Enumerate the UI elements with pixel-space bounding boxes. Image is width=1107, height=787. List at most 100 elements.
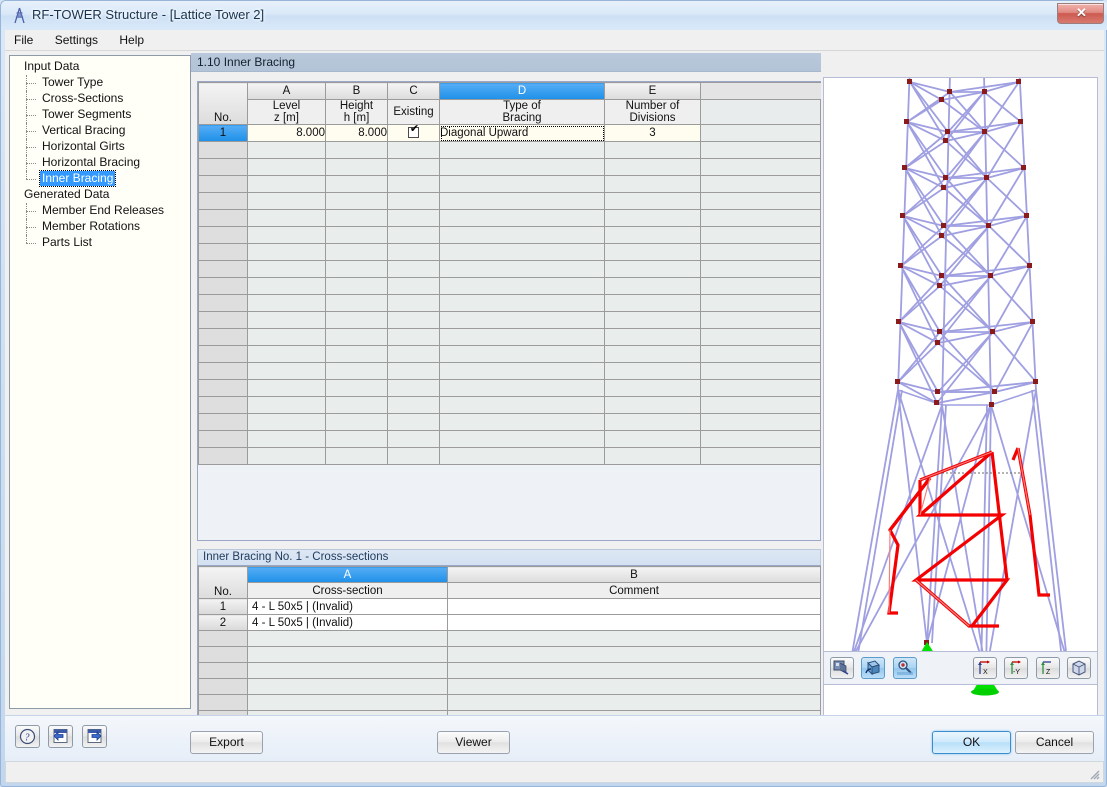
sidebar-item-inner-bracing[interactable]: Inner Bracing	[16, 170, 190, 187]
table-row-empty[interactable]	[198, 141, 821, 159]
sidebar-item-vertical-bracing[interactable]: Vertical Bracing	[16, 123, 190, 139]
table-row-empty[interactable]	[198, 328, 821, 346]
table-row-empty[interactable]	[198, 260, 821, 278]
grid-header-height-line1: Height	[339, 100, 374, 113]
export-button[interactable]: Export	[190, 731, 263, 754]
render-mode-icon[interactable]	[830, 657, 854, 679]
subgrid-column-b[interactable]: B	[447, 566, 821, 583]
table-row-empty[interactable]	[198, 362, 821, 380]
grid-header-number-of-divisions: Number of Divisions	[604, 99, 701, 125]
sidebar-item-member-end-releases[interactable]: Member End Releases	[16, 203, 190, 219]
row-number[interactable]: 1	[198, 124, 248, 142]
cell-type-of-bracing[interactable]: Diagonal Upward	[439, 124, 605, 142]
zoom-view-icon[interactable]	[892, 657, 917, 679]
grid-column-c[interactable]: C	[387, 82, 440, 100]
sidebar-item-cross-sections[interactable]: Cross-Sections	[16, 91, 190, 107]
table-row-empty[interactable]	[198, 192, 821, 210]
close-icon[interactable]: ✕	[1057, 3, 1104, 24]
view-minus-y-icon[interactable]: -Y	[1004, 657, 1029, 679]
menu-help[interactable]: Help	[110, 30, 153, 49]
table-row-empty[interactable]	[198, 447, 821, 465]
table-row-empty[interactable]	[198, 226, 821, 244]
model-viewer: X -Y Z	[823, 53, 1098, 723]
table-row-empty[interactable]	[198, 430, 821, 448]
cell-cross-section[interactable]: 4 - L 50x5 | (Invalid)	[247, 598, 448, 615]
application-window: RF-TOWER Structure - [Lattice Tower 2] ✕…	[0, 0, 1107, 787]
close-glyph: ✕	[1076, 5, 1087, 20]
table-row-empty[interactable]	[198, 646, 821, 663]
tree-group-generated-data[interactable]: Generated Data	[16, 187, 190, 203]
inner-bracing-grid[interactable]: No. A B C D E Level z [m] Height h [m] E…	[197, 81, 821, 541]
viewer-toolbar: X -Y Z	[823, 651, 1098, 685]
cell-level-z[interactable]: 8.000	[247, 124, 326, 142]
table-row-empty[interactable]	[198, 158, 821, 176]
viewer-button[interactable]: Viewer	[437, 731, 510, 754]
tree-group-input-data[interactable]: Input Data	[16, 59, 190, 75]
grid-column-d[interactable]: D	[439, 82, 605, 100]
cross-sections-grid[interactable]: No. A B Cross-section Comment 1 4 - L 50…	[197, 565, 821, 727]
table-row-empty[interactable]	[198, 396, 821, 414]
menu-file[interactable]: File	[5, 30, 42, 49]
sidebar-item-member-rotations[interactable]: Member Rotations	[16, 219, 190, 235]
table-row[interactable]: 1 8.000 8.000 Diagonal Upward 3	[198, 124, 821, 142]
back-arrow-icon[interactable]	[48, 725, 74, 748]
grid-header-height-line2: h [m]	[343, 112, 370, 124]
sidebar-item-label: Vertical Bracing	[42, 123, 126, 137]
sidebar-item-tower-segments[interactable]: Tower Segments	[16, 107, 190, 123]
resize-grip-icon[interactable]	[1087, 767, 1100, 780]
table-row-empty[interactable]	[198, 678, 821, 695]
tree-group-label: Input Data	[24, 59, 80, 73]
menu-settings[interactable]: Settings	[46, 30, 107, 49]
sidebar-item-label: Member Rotations	[42, 219, 141, 233]
cell-comment[interactable]	[447, 598, 821, 615]
subgrid-header-comment: Comment	[447, 582, 821, 599]
view-isometric-icon[interactable]	[1067, 657, 1091, 679]
question-mark-icon[interactable]: ?	[15, 725, 40, 748]
cell-existing[interactable]	[387, 124, 440, 142]
page-title: 1.10 Inner Bracing	[197, 55, 296, 69]
grid-header-existing: Existing	[387, 99, 440, 125]
navigation-tree[interactable]: Input Data Tower Type Cross-Sections Tow…	[9, 55, 191, 709]
sidebar-item-label: Horizontal Girts	[42, 139, 125, 153]
table-row-empty[interactable]	[198, 662, 821, 679]
ok-button[interactable]: OK	[932, 731, 1011, 754]
tower-model-canvas[interactable]	[823, 77, 1098, 723]
table-row-empty[interactable]	[198, 413, 821, 431]
table-row-empty[interactable]	[198, 277, 821, 295]
table-row-empty[interactable]	[198, 175, 821, 193]
table-row-empty[interactable]	[198, 694, 821, 711]
cell-comment[interactable]	[447, 614, 821, 631]
sidebar-item-tower-type[interactable]: Tower Type	[16, 75, 190, 91]
table-row-empty[interactable]	[198, 209, 821, 227]
existing-checkbox[interactable]	[408, 126, 420, 138]
grid-header-divisions-line2: Divisions	[629, 112, 676, 124]
cell-height-h[interactable]: 8.000	[325, 124, 388, 142]
table-row-empty[interactable]	[198, 345, 821, 363]
cell-number-of-divisions[interactable]: 3	[604, 124, 701, 142]
table-row[interactable]: 2 4 - L 50x5 | (Invalid)	[198, 614, 821, 631]
table-row-empty[interactable]	[198, 379, 821, 397]
grid-subheader-row: Level z [m] Height h [m] Existing Type o…	[199, 99, 821, 125]
grid-rowno-header[interactable]: No.	[198, 82, 248, 125]
subgrid-rowno-header[interactable]: No.	[198, 566, 248, 599]
rotate-view-icon[interactable]	[861, 657, 886, 679]
table-row-empty[interactable]	[198, 294, 821, 312]
sidebar-item-horizontal-girts[interactable]: Horizontal Girts	[16, 139, 190, 155]
row-number[interactable]: 1	[198, 598, 248, 615]
grid-column-a[interactable]: A	[247, 82, 326, 100]
table-row-empty[interactable]	[198, 243, 821, 261]
grid-column-b[interactable]: B	[325, 82, 388, 100]
cell-cross-section[interactable]: 4 - L 50x5 | (Invalid)	[247, 614, 448, 631]
view-z-icon[interactable]: Z	[1035, 657, 1060, 679]
sidebar-item-parts-list[interactable]: Parts List	[16, 235, 190, 251]
cancel-button[interactable]: Cancel	[1015, 731, 1094, 754]
view-x-icon[interactable]: X	[972, 657, 997, 679]
row-number[interactable]: 2	[198, 614, 248, 631]
table-row-empty[interactable]	[198, 311, 821, 329]
forward-arrow-icon[interactable]	[81, 725, 107, 748]
table-row-empty[interactable]	[198, 630, 821, 647]
sidebar-item-horizontal-bracing[interactable]: Horizontal Bracing	[16, 155, 190, 171]
table-row[interactable]: 1 4 - L 50x5 | (Invalid)	[198, 598, 821, 615]
subgrid-column-a[interactable]: A	[247, 566, 448, 583]
grid-column-e[interactable]: E	[604, 82, 701, 100]
